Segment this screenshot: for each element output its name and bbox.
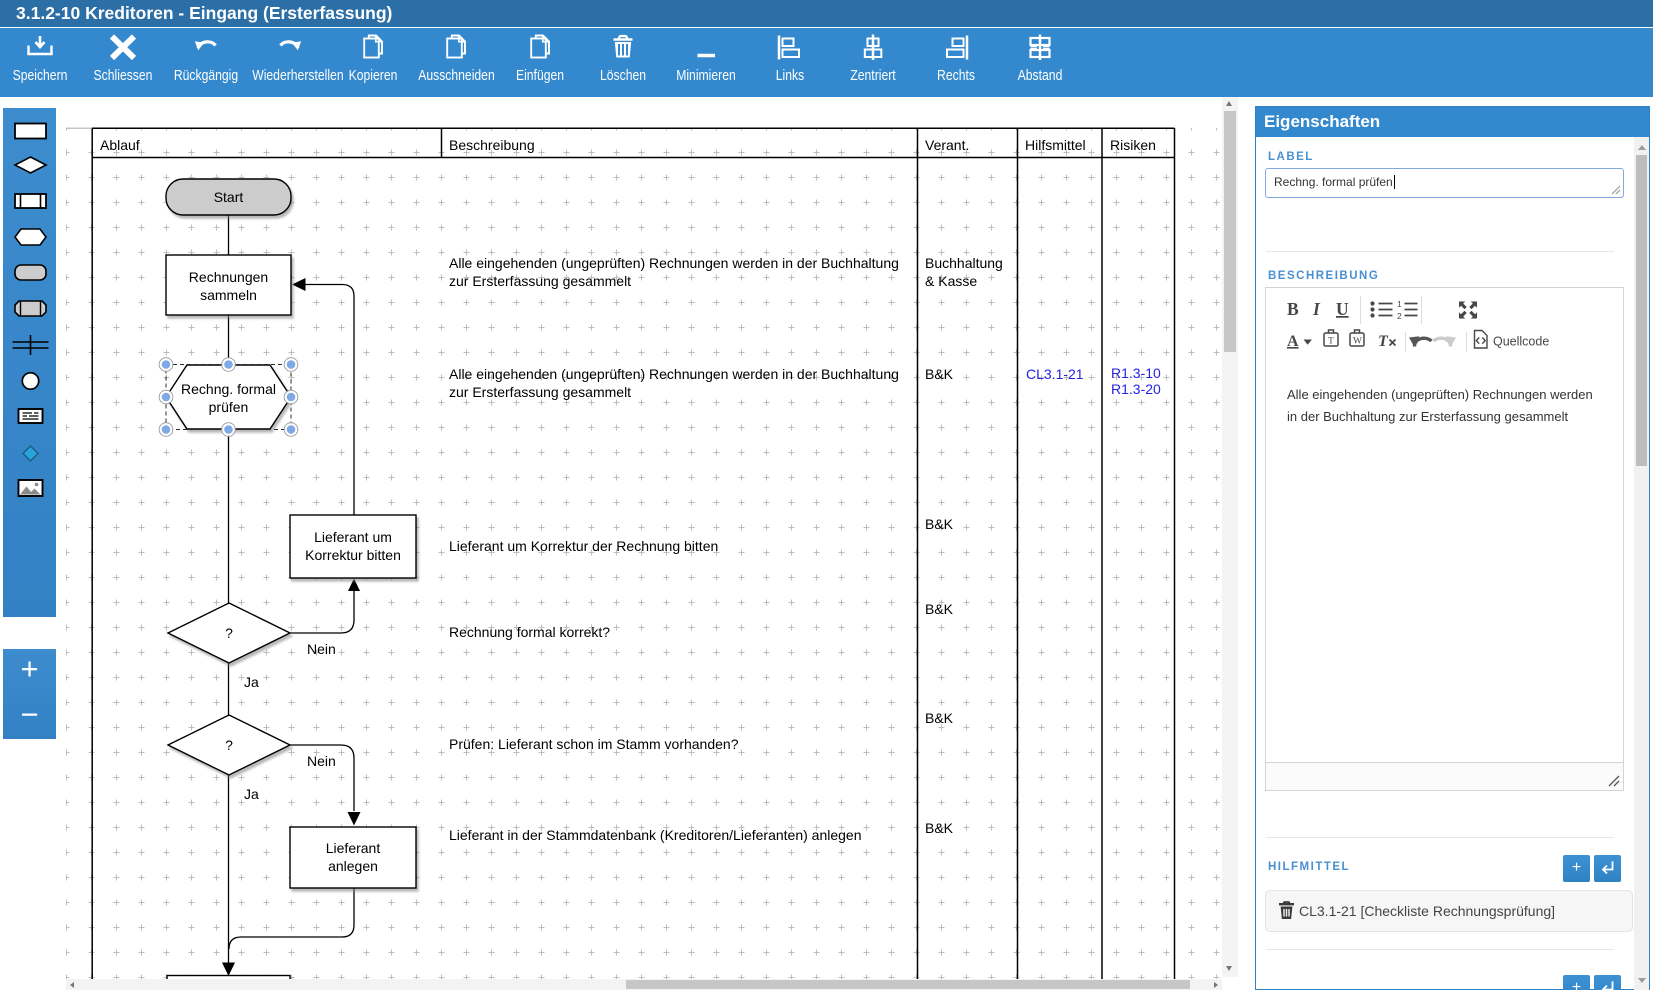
svg-text:Verant.: Verant. <box>925 137 969 153</box>
svg-text:B: B <box>1287 299 1299 319</box>
svg-text:T: T <box>1378 333 1389 350</box>
svg-text:T: T <box>1328 337 1334 347</box>
svg-text:Hilfsmittel: Hilfsmittel <box>1025 137 1086 153</box>
svg-text:?: ? <box>225 625 233 641</box>
svg-text:sammeln: sammeln <box>200 287 257 303</box>
svg-text:Lieferant: Lieferant <box>326 840 381 856</box>
svg-text:W: W <box>1353 337 1362 347</box>
svg-text:Ja: Ja <box>244 674 259 690</box>
svg-text:Korrektur bitten: Korrektur bitten <box>305 547 401 563</box>
svg-text:Lieferant um: Lieferant um <box>314 529 392 545</box>
svg-text:Rechnungen: Rechnungen <box>189 269 268 285</box>
svg-text:2: 2 <box>1397 311 1402 321</box>
svg-text:Quellcode: Quellcode <box>1493 335 1549 349</box>
svg-text:Risiken: Risiken <box>1110 137 1156 153</box>
svg-text:Nein: Nein <box>307 641 336 657</box>
svg-text:prüfen: prüfen <box>209 399 249 415</box>
svg-text:Ablauf: Ablauf <box>100 137 140 153</box>
svg-text:Rechng. formal: Rechng. formal <box>181 381 276 397</box>
svg-text:Beschreibung: Beschreibung <box>449 137 535 153</box>
svg-text:U: U <box>1336 299 1349 319</box>
svg-text:Ja: Ja <box>244 786 259 802</box>
svg-text:Nein: Nein <box>307 753 336 769</box>
svg-text:?: ? <box>225 737 233 753</box>
svg-text:1: 1 <box>1397 299 1402 309</box>
svg-text:anlegen: anlegen <box>328 858 378 874</box>
svg-text:A: A <box>1287 333 1299 350</box>
svg-text:Start: Start <box>214 189 244 205</box>
svg-text:I: I <box>1312 299 1321 319</box>
